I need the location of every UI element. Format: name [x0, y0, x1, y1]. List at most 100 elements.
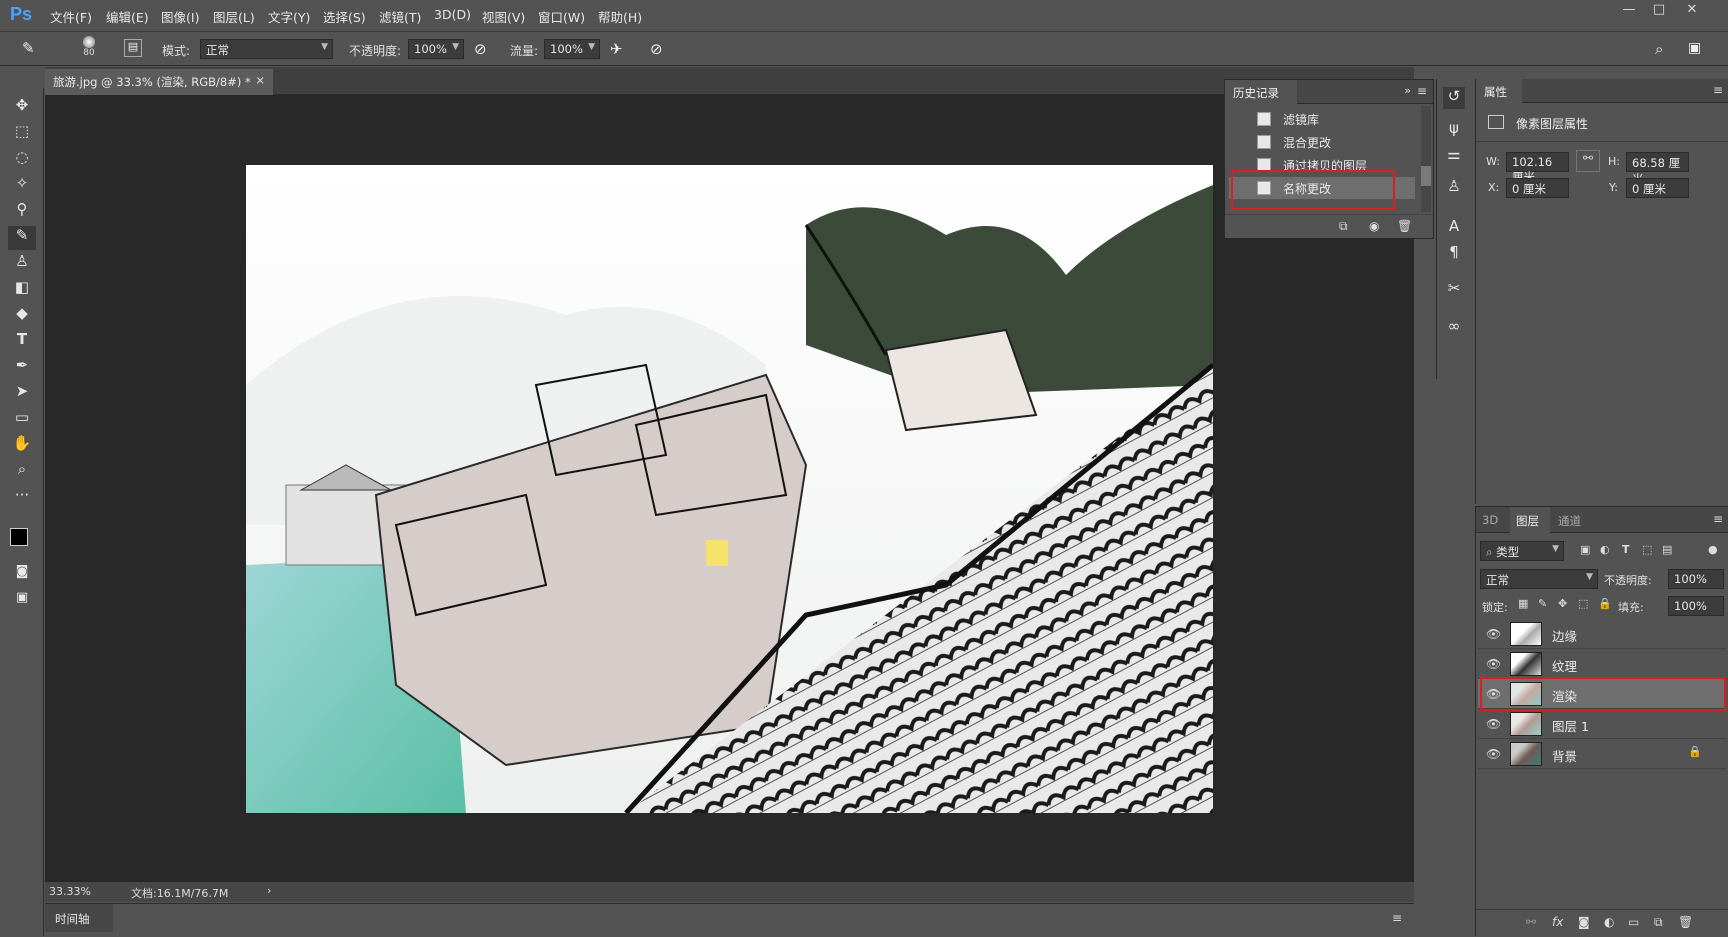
zoom-tool-icon[interactable]: ⌕	[8, 460, 36, 484]
quick-select-tool-icon[interactable]: ✧	[8, 174, 36, 198]
history-scrollbar[interactable]	[1421, 106, 1431, 212]
pressure-opacity-icon[interactable]: ⊘	[474, 40, 487, 58]
lock-transparency-icon[interactable]: ▦	[1518, 597, 1528, 610]
layer-row[interactable]: 👁 纹理	[1478, 649, 1726, 679]
zoom-level[interactable]: 33.33%	[49, 885, 91, 898]
eye-icon[interactable]: 👁	[1486, 627, 1501, 641]
eye-icon[interactable]: 👁	[1486, 747, 1501, 761]
panel-menu-icon[interactable]: ≡	[1713, 512, 1723, 526]
type-tool-icon[interactable]: T	[8, 330, 36, 354]
brush-panel-toggle-icon[interactable]: ▤	[124, 39, 142, 57]
pen-tool-icon[interactable]: ✒	[8, 356, 36, 380]
brush-presets-icon[interactable]: ψ	[1443, 119, 1465, 141]
brush-tool-icon[interactable]: ✎	[8, 226, 36, 250]
history-panel-icon[interactable]: ↺	[1443, 87, 1465, 109]
foreground-color-swatch[interactable]	[10, 528, 28, 546]
camera-icon[interactable]: ◉	[1369, 219, 1379, 233]
screen-mode-icon[interactable]: ▣	[8, 590, 36, 614]
panel-menu-icon[interactable]: ≡	[1392, 911, 1402, 925]
search-icon[interactable]: ⌕	[1655, 40, 1663, 58]
filter-shape-icon[interactable]: ⬚	[1642, 543, 1652, 556]
x-field[interactable]: 0 厘米	[1506, 178, 1569, 198]
height-field[interactable]: 68.58 厘米	[1626, 152, 1689, 186]
adjustments-icon[interactable]: ⚌	[1443, 145, 1465, 167]
timeline-tab[interactable]: 时间轴	[45, 904, 113, 932]
tab-3d[interactable]: 3D	[1482, 513, 1498, 527]
layer-row[interactable]: 👁 图层 1	[1478, 709, 1726, 739]
lasso-tool-icon[interactable]: ◌	[8, 148, 36, 172]
panel-menu-icon[interactable]: ≡	[1417, 84, 1427, 98]
filter-smart-object-icon[interactable]: ▤	[1662, 543, 1672, 556]
menu-select[interactable]: 选择(S)	[323, 7, 366, 26]
history-item[interactable]: 滤镜库	[1229, 108, 1415, 130]
folder-icon[interactable]: ▭	[1628, 915, 1639, 929]
maximize-button[interactable]: □	[1647, 2, 1671, 20]
blend-mode-select[interactable]: 正常 ▼	[1480, 569, 1598, 589]
document-tab[interactable]: 旅游.jpg @ 33.3% (渲染, RGB/8#) * ×	[45, 69, 273, 95]
menu-view[interactable]: 视图(V)	[482, 7, 525, 26]
menu-type[interactable]: 文字(Y)	[268, 7, 310, 26]
blur-tool-icon[interactable]: ◆	[8, 304, 36, 328]
tool-presets-icon[interactable]: ✂	[1443, 279, 1465, 301]
menu-3d[interactable]: 3D(D)	[434, 7, 471, 22]
move-tool-icon[interactable]: ✥	[8, 96, 36, 120]
quick-mask-icon[interactable]: ◙	[8, 564, 36, 588]
more-tools-icon[interactable]: ···	[8, 486, 36, 510]
properties-tab[interactable]: 属性	[1476, 79, 1522, 103]
new-document-icon[interactable]: ⧉	[1339, 219, 1348, 234]
eye-icon[interactable]: 👁	[1486, 717, 1501, 731]
layer-row[interactable]: 👁 背景 🔒	[1478, 739, 1726, 769]
shape-tool-icon[interactable]: ▭	[8, 408, 36, 432]
airbrush-icon[interactable]: ✈	[610, 40, 623, 58]
eye-icon[interactable]: 👁	[1486, 657, 1501, 671]
filter-pixel-icon[interactable]: ▣	[1580, 543, 1590, 556]
close-tab-icon[interactable]: ×	[255, 73, 265, 87]
eraser-tool-icon[interactable]: ◧	[8, 278, 36, 302]
link-icon[interactable]: ⚯	[1576, 150, 1600, 172]
workspace-icon[interactable]: ▣	[1688, 40, 1701, 56]
link-layers-icon[interactable]: ⚯	[1526, 915, 1536, 929]
trash-icon[interactable]: 🗑	[1678, 915, 1693, 929]
layer-row[interactable]: 👁 边缘	[1478, 619, 1726, 649]
lock-artboard-icon[interactable]: ⬚	[1578, 597, 1588, 610]
pressure-size-icon[interactable]: ⊘	[650, 40, 663, 58]
mode-select[interactable]: 正常 ▼	[200, 39, 333, 59]
fill-input[interactable]: 100%	[1668, 596, 1724, 616]
layer-opacity-input[interactable]: 100%	[1668, 569, 1724, 589]
eyedropper-tool-icon[interactable]: ⚲	[8, 200, 36, 224]
flow-input[interactable]: 100% ▼	[544, 39, 600, 59]
character-icon[interactable]: A	[1443, 217, 1465, 239]
status-menu-arrow-icon[interactable]: ›	[267, 884, 271, 897]
new-layer-icon[interactable]: ⧉	[1654, 915, 1663, 930]
stamp-tool-icon[interactable]: ♙	[8, 252, 36, 276]
menu-filter[interactable]: 滤镜(T)	[379, 7, 421, 26]
paragraph-icon[interactable]: ¶	[1443, 243, 1465, 265]
filter-adjustment-icon[interactable]: ◐	[1600, 543, 1610, 556]
layer-filter-select[interactable]: ⌕ 类型 ▼	[1480, 541, 1564, 561]
path-select-tool-icon[interactable]: ➤	[8, 382, 36, 406]
menu-edit[interactable]: 编辑(E)	[106, 7, 149, 26]
brush-tool-preset-icon[interactable]: ✎	[22, 39, 44, 59]
marquee-tool-icon[interactable]: ⬚	[8, 122, 36, 146]
menu-window[interactable]: 窗口(W)	[538, 7, 585, 26]
brush-size-picker[interactable]: 80	[78, 36, 100, 62]
width-field[interactable]: 102.16 厘米	[1506, 152, 1569, 184]
filter-type-icon[interactable]: T	[1622, 543, 1630, 556]
tab-layers[interactable]: 图层	[1510, 507, 1550, 533]
tab-channels[interactable]: 通道	[1558, 513, 1581, 529]
lock-position-icon[interactable]: ✥	[1558, 597, 1567, 610]
menu-help[interactable]: 帮助(H)	[598, 7, 642, 26]
lock-pixels-icon[interactable]: ✎	[1538, 597, 1547, 610]
menu-file[interactable]: 文件(F)	[50, 7, 92, 26]
filter-toggle-icon[interactable]: ●	[1708, 543, 1718, 556]
opacity-input[interactable]: 100% ▼	[408, 39, 464, 59]
trash-icon[interactable]: 🗑	[1397, 219, 1412, 233]
add-mask-icon[interactable]: ◙	[1578, 915, 1590, 929]
history-tab[interactable]: 历史记录	[1225, 80, 1297, 104]
history-item[interactable]: 混合更改	[1229, 131, 1415, 153]
hand-tool-icon[interactable]: ✋	[8, 434, 36, 458]
collapse-icon[interactable]: »	[1404, 84, 1411, 97]
fx-icon[interactable]: fx	[1552, 915, 1563, 929]
lock-all-icon[interactable]: 🔒	[1598, 597, 1612, 610]
menu-layer[interactable]: 图层(L)	[213, 7, 255, 26]
